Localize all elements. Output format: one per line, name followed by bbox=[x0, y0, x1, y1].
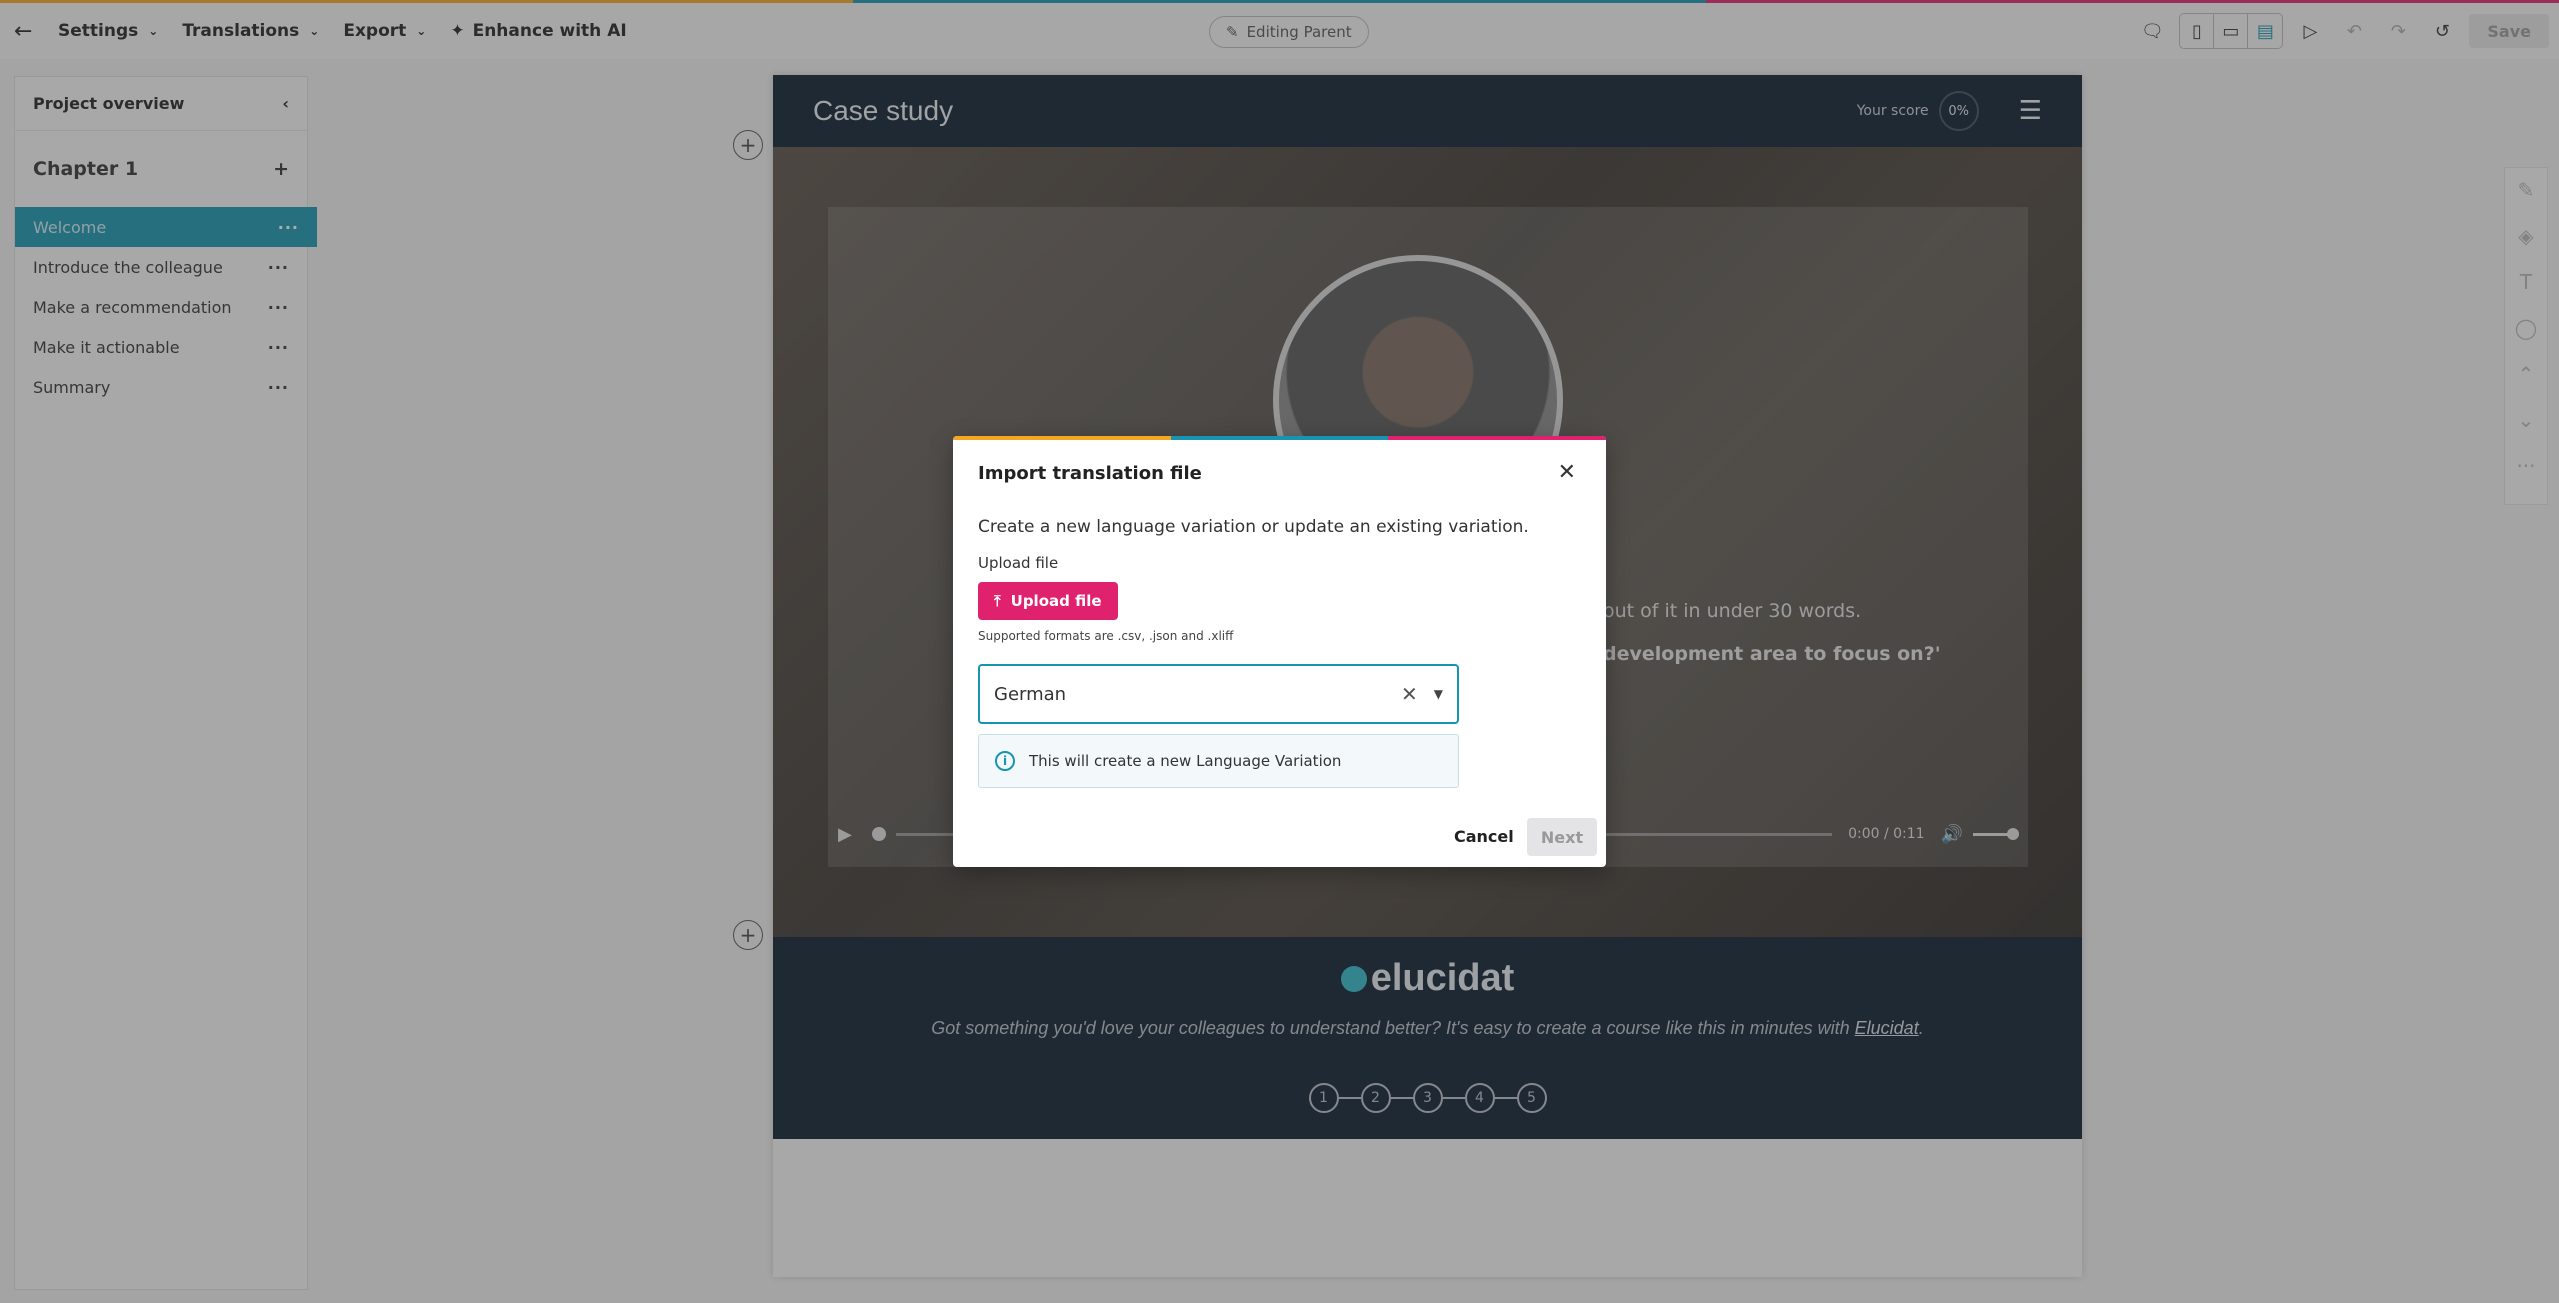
language-select[interactable]: German ✕ ▼ bbox=[978, 664, 1459, 724]
upload-icon: ⤒ bbox=[994, 592, 1001, 610]
upload-file-button[interactable]: ⤒ Upload file bbox=[978, 582, 1118, 620]
dialog-description: Create a new language variation or updat… bbox=[978, 517, 1529, 537]
modal-color-strip bbox=[953, 436, 1606, 440]
cancel-button[interactable]: Cancel bbox=[1454, 827, 1514, 846]
close-icon[interactable]: ✕ bbox=[1558, 460, 1576, 485]
language-value: German bbox=[994, 683, 1067, 705]
upload-label: Upload file bbox=[978, 554, 1059, 572]
info-icon: i bbox=[995, 751, 1015, 771]
next-button[interactable]: Next bbox=[1527, 818, 1597, 856]
supported-formats-text: Supported formats are .csv, .json and .x… bbox=[978, 629, 1234, 643]
import-translation-dialog: Import translation file ✕ Create a new l… bbox=[953, 436, 1606, 867]
clear-icon[interactable]: ✕ bbox=[1401, 682, 1418, 706]
caret-down-icon[interactable]: ▼ bbox=[1434, 687, 1443, 701]
info-message: i This will create a new Language Variat… bbox=[978, 734, 1459, 788]
dialog-title: Import translation file bbox=[978, 463, 1202, 484]
